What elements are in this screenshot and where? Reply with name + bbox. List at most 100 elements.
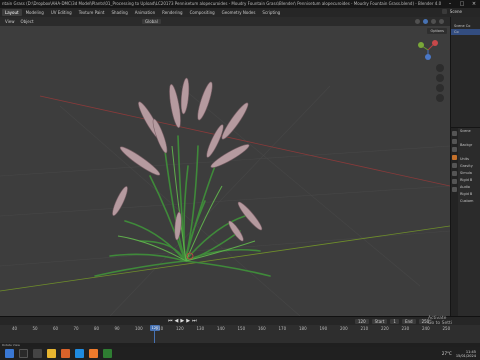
- shading-buttons: [415, 19, 444, 24]
- viewport-header: View Object Global: [0, 17, 450, 26]
- taskbar-app-icon[interactable]: [89, 349, 98, 358]
- properties-row[interactable]: Units: [460, 156, 480, 163]
- jump-end-icon[interactable]: ⏭: [192, 318, 197, 324]
- properties-row[interactable]: Simula: [460, 170, 480, 177]
- activation-subtitle: Go to Setti: [428, 321, 453, 326]
- world-tab-icon[interactable]: [452, 163, 457, 168]
- next-keyframe-icon[interactable]: ▶: [186, 318, 190, 324]
- clock-date: 15/01/2024: [455, 353, 476, 358]
- outliner-panel: Scene Co Co: [450, 17, 480, 127]
- browser-icon[interactable]: [75, 349, 84, 358]
- title-bar: ntain Grass (D:\Dropbox\AHA-DMC\3d Model…: [0, 0, 480, 8]
- object-menu[interactable]: Object: [18, 19, 37, 24]
- 3d-viewport[interactable]: Options: [0, 26, 450, 316]
- taskbar-app-icon[interactable]: [103, 349, 112, 358]
- rendered-shading-icon[interactable]: [439, 19, 444, 24]
- jump-start-icon[interactable]: ⏮: [168, 318, 173, 324]
- scene-icon: [441, 9, 447, 14]
- tab-texture-paint[interactable]: Texture Paint: [76, 9, 108, 16]
- tab-rendering[interactable]: Rendering: [159, 9, 185, 16]
- activation-watermark: Activate Go to Setti: [428, 316, 452, 326]
- tab-geometry-nodes[interactable]: Geometry Nodes: [219, 9, 259, 16]
- prev-keyframe-icon[interactable]: ◀: [175, 318, 179, 324]
- properties-row[interactable]: Gravity: [460, 163, 480, 170]
- timeline-tick-label: 240: [422, 326, 430, 331]
- properties-row[interactable]: [460, 149, 480, 156]
- windows-taskbar: 27°C 11:45 15/01/2024: [0, 347, 480, 360]
- file-explorer-icon[interactable]: [47, 349, 56, 358]
- options-dropdown[interactable]: Options: [427, 28, 447, 34]
- material-tab-icon[interactable]: [452, 187, 457, 192]
- properties-panel: Scene Backgr Units Gravity Simula Rigid …: [450, 127, 480, 316]
- end-label: End: [401, 318, 416, 324]
- maximize-icon[interactable]: □: [456, 0, 468, 8]
- timeline-tick-label: 170: [278, 326, 287, 331]
- timeline-tick-label: 180: [299, 326, 307, 331]
- properties-row[interactable]: Rigid B: [460, 177, 480, 184]
- clock[interactable]: 11:45 15/01/2024: [456, 350, 476, 358]
- timeline-tick-label: 130: [196, 326, 205, 331]
- workspace-tabs: Layout Modeling UV Editing Texture Paint…: [0, 8, 480, 17]
- timeline-tick-label: 110: [155, 326, 164, 331]
- close-icon[interactable]: ×: [468, 0, 480, 8]
- outliner-item[interactable]: [451, 35, 480, 41]
- viewport-nav-buttons[interactable]: [436, 64, 444, 102]
- solid-shading-icon[interactable]: [423, 19, 428, 24]
- properties-row[interactable]: [460, 135, 480, 142]
- timeline-tick-label: 190: [319, 326, 328, 331]
- start-label: Start: [371, 318, 388, 324]
- timeline-tick-label: 50: [32, 326, 38, 331]
- timeline-tick-label: 210: [360, 326, 369, 331]
- windows-start-icon[interactable]: [5, 349, 14, 358]
- minimize-icon[interactable]: –: [444, 0, 456, 8]
- tab-compositing[interactable]: Compositing: [187, 9, 218, 16]
- tab-scripting[interactable]: Scripting: [259, 9, 283, 16]
- material-shading-icon[interactable]: [431, 19, 436, 24]
- tab-animation[interactable]: Animation: [132, 9, 158, 16]
- system-tray: 27°C 11:45 15/01/2024: [442, 347, 476, 360]
- tab-shading[interactable]: Shading: [109, 9, 131, 16]
- playback-controls: ⏮ ◀ ▶ ▶ ⏭ 120 Start 1 End 250: [0, 317, 480, 325]
- current-frame-field[interactable]: 120: [355, 318, 369, 324]
- wireframe-shading-icon[interactable]: [415, 19, 420, 24]
- timeline-tick-label: 40: [12, 326, 18, 331]
- scene-label: Scene: [449, 9, 462, 14]
- object-tab-icon[interactable]: [452, 171, 457, 176]
- search-icon[interactable]: [19, 349, 28, 358]
- blender-app-icon[interactable]: [61, 349, 70, 358]
- properties-row[interactable]: Rigid B: [460, 191, 480, 198]
- view-menu[interactable]: View: [2, 19, 18, 24]
- properties-row[interactable]: Backgr: [460, 142, 480, 149]
- viewport-canvas: [0, 40, 450, 316]
- tab-layout[interactable]: Layout: [2, 9, 22, 16]
- timeline-tick-label: 250: [442, 326, 451, 331]
- timeline-tick-label: 120: [176, 326, 184, 331]
- tab-modeling[interactable]: Modeling: [23, 9, 47, 16]
- modifier-tab-icon[interactable]: [452, 179, 457, 184]
- tab-uv-editing[interactable]: UV Editing: [48, 9, 75, 16]
- timeline-ruler[interactable]: 120 40 50 60 70 80 90 100 110 120 130 140 150 160 170…: [0, 325, 480, 344]
- properties-row[interactable]: Custom: [460, 198, 480, 205]
- properties-row[interactable]: Scene: [460, 128, 480, 135]
- tool-tab-icon[interactable]: [452, 131, 457, 136]
- timeline-panel: ⏮ ◀ ▶ ▶ ⏭ 120 Start 1 End 250 120 40 50 60…: [0, 316, 480, 344]
- transform-orientation-dropdown[interactable]: Global: [142, 19, 161, 24]
- window-title: ntain Grass (D:\Dropbox\AHA-DMC\3d Model…: [2, 1, 442, 6]
- play-icon[interactable]: ▶: [180, 318, 184, 324]
- output-tab-icon[interactable]: [452, 147, 457, 152]
- timeline-tick-label: 70: [73, 326, 79, 331]
- timeline-tick-label: 100: [135, 326, 143, 331]
- navigation-gizmo[interactable]: [418, 40, 438, 60]
- start-frame-field[interactable]: 1: [390, 318, 399, 324]
- scene-selector[interactable]: Scene: [441, 9, 462, 14]
- properties-tabs: [451, 128, 458, 316]
- render-tab-icon[interactable]: [452, 139, 457, 144]
- scene-tab-icon[interactable]: [452, 155, 457, 160]
- task-view-icon[interactable]: [33, 349, 42, 358]
- timeline-tick-label: 230: [401, 326, 410, 331]
- timeline-tick-label: 80: [94, 326, 100, 331]
- temperature-text: 27°C: [441, 351, 452, 356]
- x-axis-line: [0, 225, 450, 292]
- timeline-tick-label: 160: [258, 326, 266, 331]
- properties-row[interactable]: Audio: [460, 184, 480, 191]
